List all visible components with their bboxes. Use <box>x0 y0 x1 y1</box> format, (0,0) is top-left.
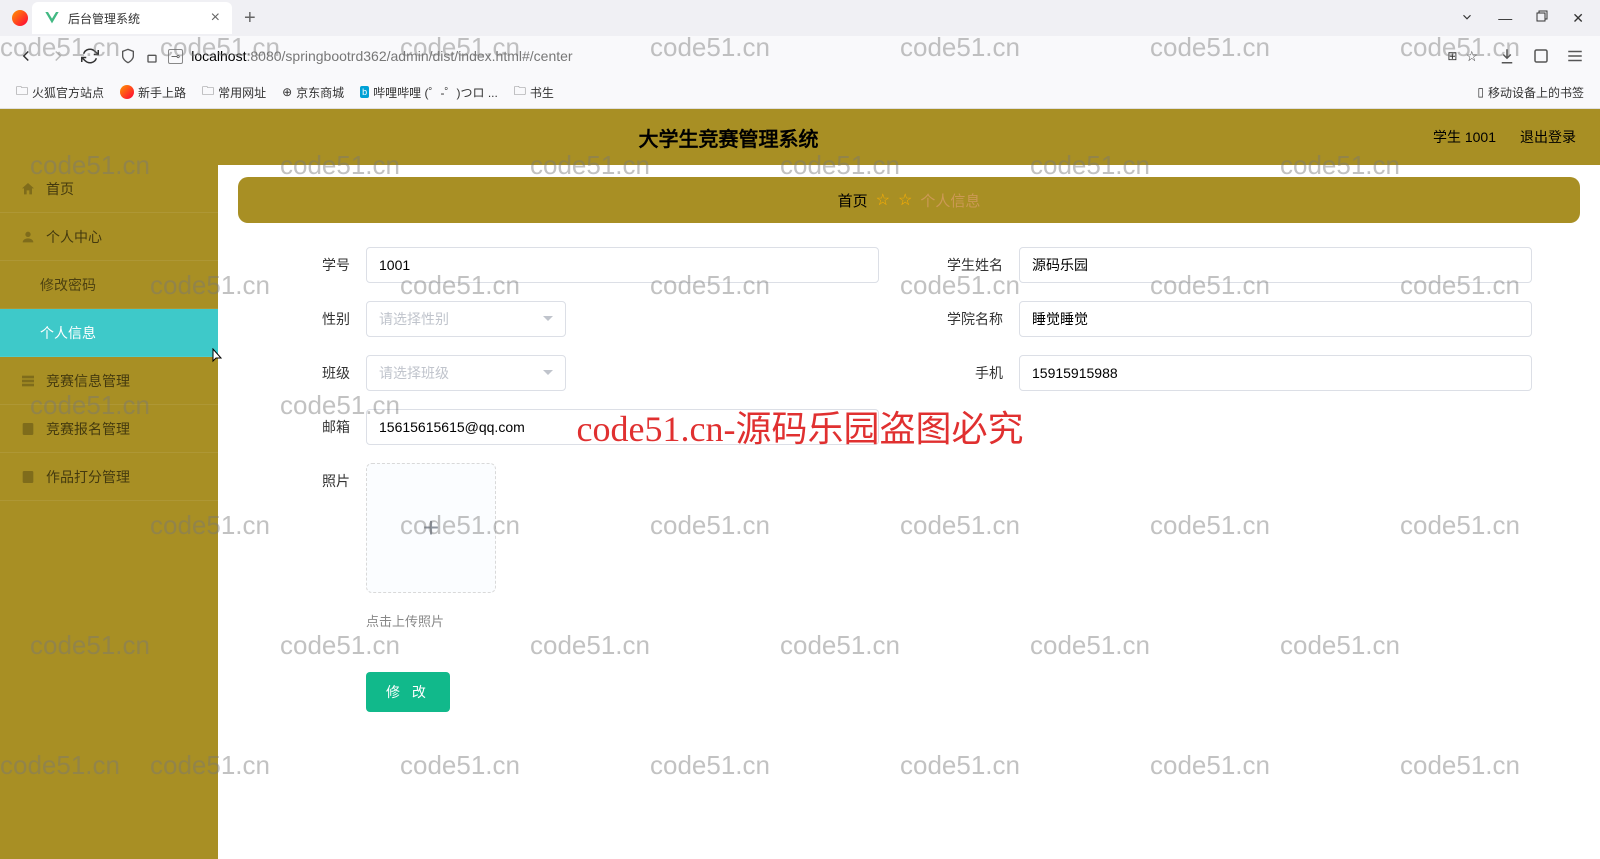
phone-label: 手机 <box>939 363 1003 383</box>
main-content: 首页 ☆ ☆ 个人信息 学号 学生姓名 性别 请选择性别 <box>218 165 1600 859</box>
sidebar: 首页 个人中心 修改密码 个人信息 竞赛信息管理 竞赛报名管理 作品打分管理 <box>0 165 218 859</box>
college-label: 学院名称 <box>939 309 1003 329</box>
college-input[interactable] <box>1019 301 1532 337</box>
bookmark-folder[interactable]: 🗀书生 <box>514 82 554 103</box>
star-icon: ☆ <box>876 190 890 210</box>
sidebar-item-password[interactable]: 修改密码 <box>0 261 218 309</box>
sidebar-item-competition-info[interactable]: 竞赛信息管理 <box>0 357 218 405</box>
sidebar-item-home[interactable]: 首页 <box>0 165 218 213</box>
class-label: 班级 <box>286 363 350 383</box>
student-id-input[interactable] <box>366 247 879 283</box>
vue-favicon-icon <box>44 10 60 26</box>
photo-upload[interactable]: + <box>366 463 496 593</box>
bookmark-folder[interactable]: 🗀常用网址 <box>202 82 266 103</box>
student-id-label: 学号 <box>286 255 350 275</box>
reload-button[interactable] <box>80 46 100 66</box>
bookmark-mobile[interactable]: ▯移动设备上的书签 <box>1477 84 1584 101</box>
phone-input[interactable] <box>1019 355 1532 391</box>
url-text: localhost:8080/springbootrd362/admin/dis… <box>191 48 1439 64</box>
list-icon <box>20 373 36 389</box>
firefox-small-icon <box>120 85 134 99</box>
bookmark-link[interactable]: ⊕京东商城 <box>282 84 344 101</box>
globe-icon: ⊕ <box>282 85 292 99</box>
class-select[interactable]: 请选择班级 <box>366 355 566 391</box>
email-label: 邮箱 <box>286 417 350 437</box>
breadcrumb-current: 个人信息 <box>920 190 980 211</box>
maximize-icon[interactable] <box>1536 10 1548 27</box>
student-name-input[interactable] <box>1019 247 1532 283</box>
bookmark-bar: 🗀火狐官方站点 新手上路 🗀常用网址 ⊕京东商城 b哔哩哔哩 (゜-゜)つロ .… <box>0 76 1600 108</box>
sidebar-label: 作品打分管理 <box>46 467 130 487</box>
url-bar[interactable]: ⊸ localhost:8080/springbootrd362/admin/d… <box>112 41 1486 71</box>
gender-label: 性别 <box>286 309 350 329</box>
user-icon <box>20 229 36 245</box>
permission-icon[interactable]: ⊸ <box>168 49 183 64</box>
folder-icon: 🗀 <box>202 82 214 103</box>
folder-icon: 🗀 <box>514 82 526 103</box>
bookmark-link[interactable]: 新手上路 <box>120 84 186 101</box>
student-name-label: 学生姓名 <box>939 255 1003 275</box>
tab-title: 后台管理系统 <box>68 10 203 27</box>
forward-button[interactable] <box>48 46 68 66</box>
user-label[interactable]: 学生 1001 <box>1433 127 1496 147</box>
lock-icon[interactable] <box>144 48 160 64</box>
app-header: 大学生竞赛管理系统 学生 1001 退出登录 <box>0 109 1600 165</box>
mobile-icon: ▯ <box>1477 85 1484 99</box>
bookmark-link[interactable]: b哔哩哔哩 (゜-゜)つロ ... <box>360 84 498 101</box>
sidebar-label: 首页 <box>46 179 74 199</box>
extensions-icon[interactable] <box>1532 47 1550 65</box>
sidebar-item-personal[interactable]: 个人中心 <box>0 213 218 261</box>
email-input[interactable] <box>366 409 879 445</box>
plus-icon: + <box>423 512 439 544</box>
sidebar-label: 竞赛信息管理 <box>46 371 130 391</box>
sidebar-label: 竞赛报名管理 <box>46 419 130 439</box>
menu-icon[interactable] <box>1566 47 1584 65</box>
minimize-icon[interactable]: — <box>1498 10 1512 27</box>
upload-hint: 点击上传照片 <box>366 611 879 630</box>
sidebar-label: 修改密码 <box>40 275 96 295</box>
sidebar-label: 个人中心 <box>46 227 102 247</box>
bookmark-star-icon[interactable]: ☆ <box>1465 48 1478 65</box>
sidebar-item-score[interactable]: 作品打分管理 <box>0 453 218 501</box>
home-icon <box>20 181 36 197</box>
sidebar-item-profile[interactable]: 个人信息 <box>0 309 218 357</box>
breadcrumb: 首页 ☆ ☆ 个人信息 <box>238 177 1580 223</box>
submit-button[interactable]: 修 改 <box>366 672 450 712</box>
shield-icon[interactable] <box>120 48 136 64</box>
back-button[interactable] <box>16 46 36 66</box>
bilibili-icon: b <box>360 86 369 98</box>
window-controls: — ✕ <box>1460 10 1592 27</box>
profile-form: 学号 学生姓名 性别 请选择性别 学院名称 <box>238 247 1580 712</box>
downloads-icon[interactable] <box>1498 47 1516 65</box>
window-dropdown-icon[interactable] <box>1460 10 1474 27</box>
nav-bar: ⊸ localhost:8080/springbootrd362/admin/d… <box>0 36 1600 76</box>
close-tab-icon[interactable]: × <box>211 9 220 27</box>
qr-icon[interactable]: ⊞ <box>1447 49 1457 63</box>
folder-icon: 🗀 <box>16 82 28 103</box>
firefox-icon <box>12 10 28 26</box>
star-icon: ☆ <box>898 190 912 210</box>
browser-tab[interactable]: 后台管理系统 × <box>32 2 232 34</box>
photo-label: 照片 <box>286 463 350 491</box>
new-tab-button[interactable]: + <box>244 7 256 30</box>
gender-select[interactable]: 请选择性别 <box>366 301 566 337</box>
close-window-icon[interactable]: ✕ <box>1572 10 1584 27</box>
app-title: 大学生竞赛管理系统 <box>24 123 1433 152</box>
logout-button[interactable]: 退出登录 <box>1520 127 1576 147</box>
bookmark-folder[interactable]: 🗀火狐官方站点 <box>16 82 104 103</box>
tab-bar: 后台管理系统 × + — ✕ <box>0 0 1600 36</box>
sidebar-item-signup[interactable]: 竞赛报名管理 <box>0 405 218 453</box>
sidebar-label: 个人信息 <box>40 323 96 343</box>
breadcrumb-home[interactable]: 首页 <box>838 190 868 211</box>
browser-chrome: 后台管理系统 × + — ✕ ⊸ localhost:8080/springbo… <box>0 0 1600 109</box>
form-icon <box>20 421 36 437</box>
score-icon <box>20 469 36 485</box>
